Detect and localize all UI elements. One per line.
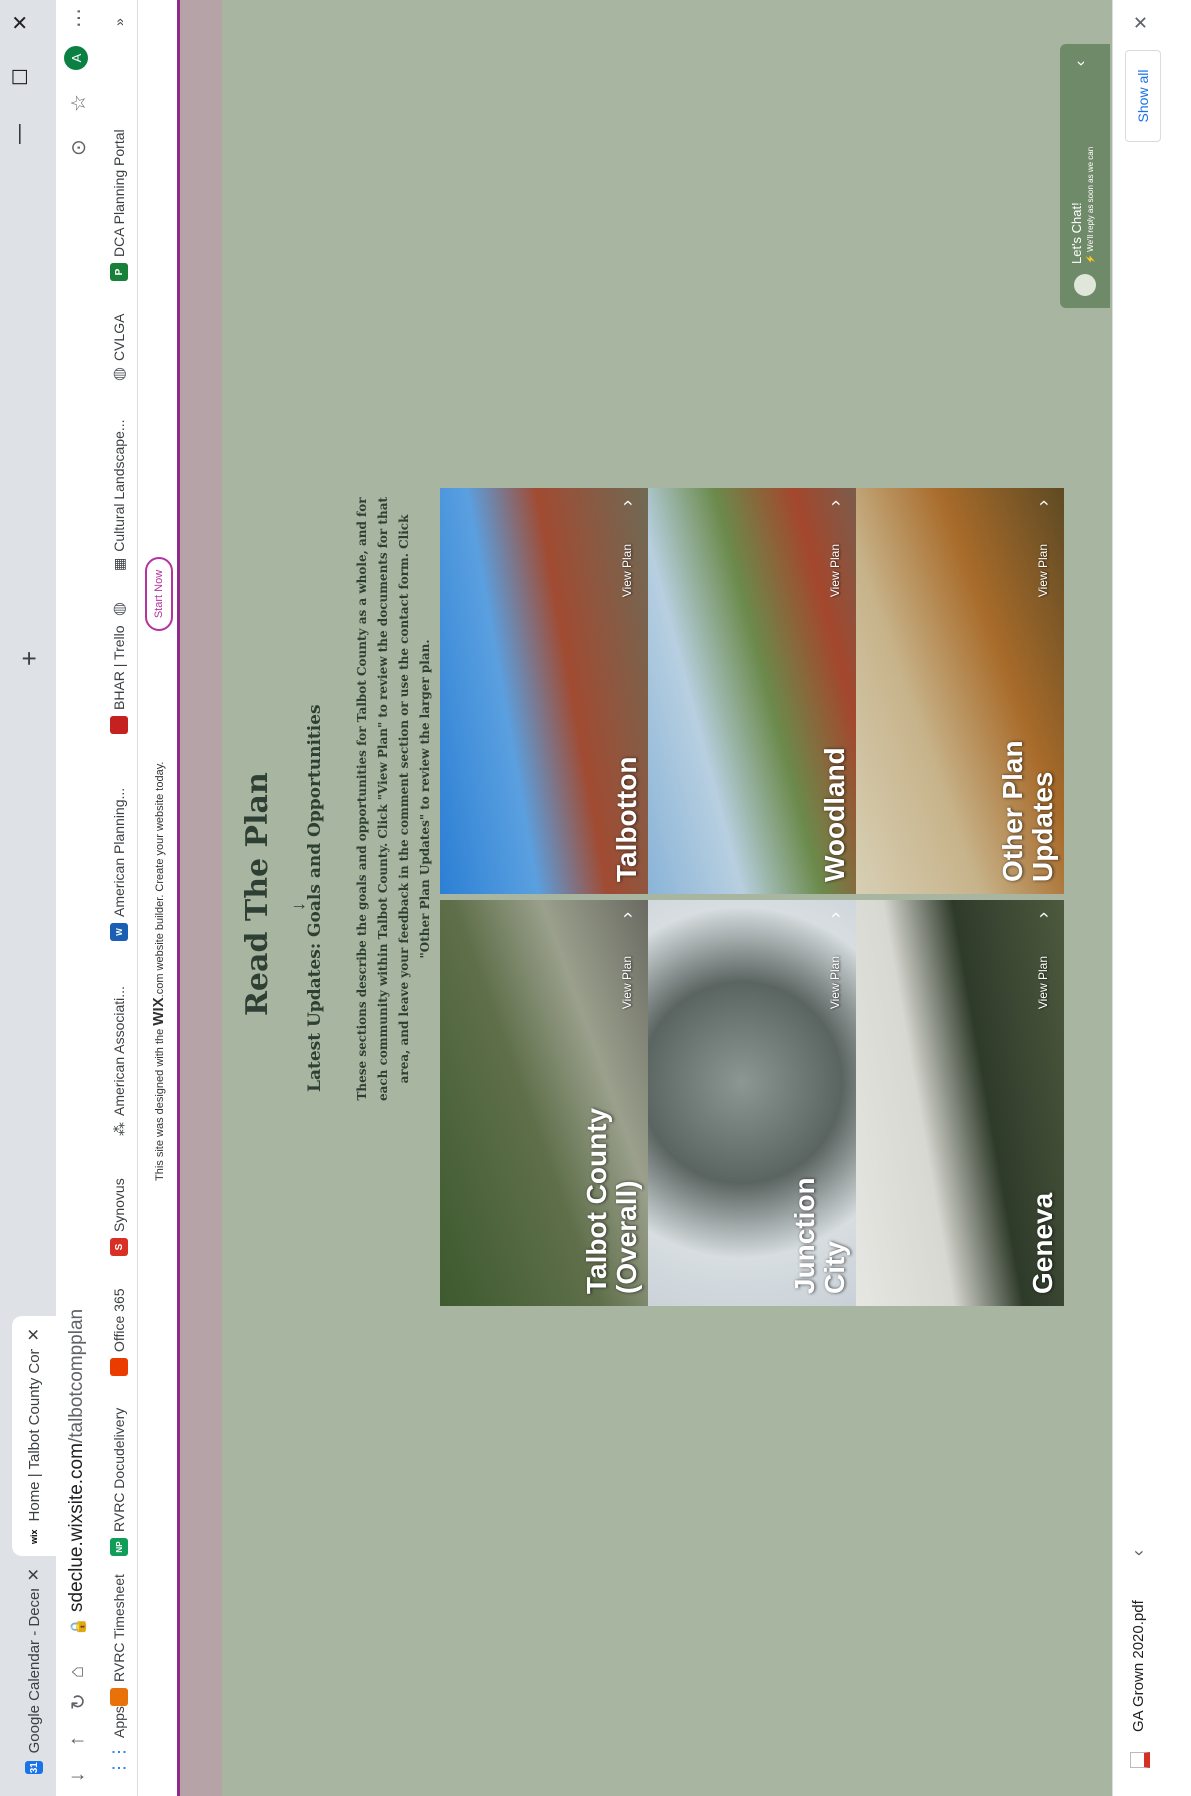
card-title: Talbot County (Overall) bbox=[581, 1107, 642, 1294]
apa-icon: W bbox=[110, 923, 128, 941]
tab-talbot-county[interactable]: wix Home | Talbot County Comprehe ✕ bbox=[12, 1316, 56, 1556]
more-bookmarks-icon[interactable]: » bbox=[108, 18, 130, 26]
card-title: Talbotton bbox=[611, 756, 642, 882]
bookmark-bhar-trello[interactable]: BHAR | Trello bbox=[108, 625, 130, 734]
tab-google-calendar[interactable]: 31 Google Calendar - December 2020 ✕ bbox=[12, 1556, 56, 1786]
card-talbot-county[interactable]: Talbot County (Overall) View Plan › bbox=[440, 900, 648, 1306]
synovus-icon: S bbox=[110, 1238, 128, 1256]
view-plan-link[interactable]: View Plan bbox=[620, 544, 634, 597]
card-geneva[interactable]: Geneva View Plan › bbox=[856, 900, 1064, 1306]
chevron-right-icon: › bbox=[825, 500, 845, 506]
url-path: /talbotcompplan bbox=[66, 1308, 87, 1444]
card-title: Junction City bbox=[789, 1177, 850, 1294]
view-plan-link[interactable]: View Plan bbox=[828, 544, 842, 597]
chevron-right-icon: › bbox=[825, 912, 845, 918]
apps-grid-icon: ⋮⋮ bbox=[111, 1744, 128, 1776]
card-woodland[interactable]: Woodland View Plan › bbox=[648, 488, 856, 894]
view-plan-link[interactable]: View Plan bbox=[620, 956, 634, 1009]
chat-face-icon bbox=[1074, 274, 1096, 296]
card-talbotton[interactable]: Talbotton View Plan › bbox=[440, 488, 648, 894]
globe-icon: ◍ bbox=[111, 367, 128, 381]
view-plan-link[interactable]: View Plan bbox=[1036, 544, 1050, 597]
section-subheading: Latest Updates: Goals and Opportunities bbox=[305, 704, 325, 1092]
star-icon[interactable]: ☆ bbox=[66, 94, 91, 112]
url-host: sdeclue.wixsite.com bbox=[66, 1443, 87, 1612]
card-title: Geneva bbox=[1027, 1192, 1058, 1294]
close-icon[interactable]: ✕ bbox=[24, 1328, 44, 1341]
view-plan-link[interactable]: View Plan bbox=[1036, 956, 1050, 1009]
chat-title: Let's Chat! bbox=[1069, 202, 1084, 264]
chevron-right-icon: › bbox=[1033, 500, 1053, 506]
bookmark-dca-planning-portal[interactable]: P DCA Planning Portal bbox=[108, 129, 130, 281]
close-window-icon[interactable]: ✕ bbox=[8, 14, 33, 31]
association-icon: ⁂ bbox=[110, 1122, 127, 1136]
maximize-icon[interactable]: ☐ bbox=[8, 68, 33, 86]
rotated-browser-window: 31 Google Calendar - December 2020 ✕ wix… bbox=[0, 0, 1191, 1796]
tab-title: Google Calendar - December 2020 bbox=[25, 1589, 43, 1754]
cultural-landscape-icon: ▦ bbox=[110, 557, 127, 571]
bookmark-synovus[interactable]: S Synovus bbox=[108, 1178, 130, 1256]
home-icon[interactable]: ⌂ bbox=[66, 1666, 89, 1678]
bookmark-american-planning[interactable]: W American Planning... bbox=[108, 788, 130, 941]
start-now-button[interactable]: Start Now bbox=[145, 557, 173, 631]
back-icon[interactable]: ↓ bbox=[66, 1772, 89, 1782]
close-download-bar-icon[interactable]: ✕ bbox=[1131, 15, 1152, 30]
pdf-file-icon bbox=[1130, 1752, 1150, 1768]
extension-icon[interactable]: ⊙ bbox=[66, 139, 91, 156]
docudelivery-icon: NP bbox=[110, 1538, 128, 1556]
close-icon[interactable]: ✕ bbox=[24, 1568, 44, 1581]
lock-icon: 🔒 bbox=[70, 1617, 87, 1636]
download-filename[interactable]: GA Grown 2020.pdf bbox=[1130, 1600, 1147, 1732]
trello-icon bbox=[110, 716, 128, 734]
wix-icon: wix bbox=[25, 1529, 43, 1544]
chevron-left-icon[interactable]: ‹ bbox=[1072, 61, 1090, 66]
header-band bbox=[180, 0, 222, 1796]
section-description: These sections describe the goals and op… bbox=[355, 496, 432, 1102]
chat-subtitle: ⚡ We'll reply as soon as we can bbox=[1086, 146, 1095, 264]
forward-icon[interactable]: ↑ bbox=[66, 1736, 89, 1746]
profile-avatar[interactable]: A bbox=[64, 46, 88, 70]
chevron-right-icon: › bbox=[617, 500, 637, 506]
wix-banner-text: This site was designed with the WIX.com … bbox=[150, 761, 167, 1181]
timesheet-icon bbox=[110, 1688, 128, 1706]
chat-widget[interactable] bbox=[1060, 44, 1110, 308]
office-icon bbox=[110, 1358, 128, 1376]
minimize-icon[interactable]: — bbox=[8, 124, 31, 144]
page-title: Read The Plan bbox=[240, 772, 275, 1016]
chevron-right-icon: › bbox=[1033, 912, 1053, 918]
card-other-plan-updates[interactable]: Other Plan Updates View Plan › bbox=[856, 488, 1064, 894]
bookmark-american-association[interactable]: ⁂ American Associati... bbox=[108, 986, 130, 1136]
tab-title: Home | Talbot County Comprehe bbox=[25, 1349, 43, 1522]
chevron-up-icon[interactable]: ‹ bbox=[1128, 1550, 1149, 1556]
bookmark-rvrc-docudelivery[interactable]: NP RVRC Docudelivery bbox=[108, 1408, 130, 1556]
reload-icon[interactable]: ↻ bbox=[66, 1693, 91, 1710]
card-junction-city[interactable]: Junction City View Plan › bbox=[648, 900, 856, 1306]
card-title: Other Plan Updates bbox=[997, 740, 1058, 882]
address-bar[interactable]: sdeclue.wixsite.com/talbotcompplan bbox=[66, 1309, 88, 1612]
menu-icon[interactable]: ⋯ bbox=[66, 8, 91, 28]
bookmark-cvlga[interactable]: ◍ CVLGA bbox=[108, 314, 130, 381]
dca-icon: P bbox=[110, 263, 128, 281]
new-tab-icon[interactable]: + bbox=[14, 651, 45, 666]
bookmark-rvrc-timesheet[interactable]: RVRC Timesheet bbox=[108, 1574, 130, 1706]
chevron-right-icon: › bbox=[617, 912, 637, 918]
bookmark-cultural-landscape[interactable]: ▦ Cultural Landscape... bbox=[108, 419, 130, 571]
card-title: Woodland bbox=[819, 747, 850, 882]
bookmark-office-365[interactable]: Office 365 bbox=[108, 1288, 130, 1376]
bookmark-apps[interactable]: ⋮⋮ Apps bbox=[108, 1706, 130, 1776]
globe-icon: ◍ bbox=[111, 602, 128, 616]
calendar-icon: 31 bbox=[25, 1761, 43, 1774]
show-all-button[interactable]: Show all bbox=[1125, 50, 1161, 142]
download-bar bbox=[1112, 0, 1191, 1796]
bookmark-globe[interactable]: ◍ bbox=[108, 602, 130, 616]
view-plan-link[interactable]: View Plan bbox=[828, 956, 842, 1009]
